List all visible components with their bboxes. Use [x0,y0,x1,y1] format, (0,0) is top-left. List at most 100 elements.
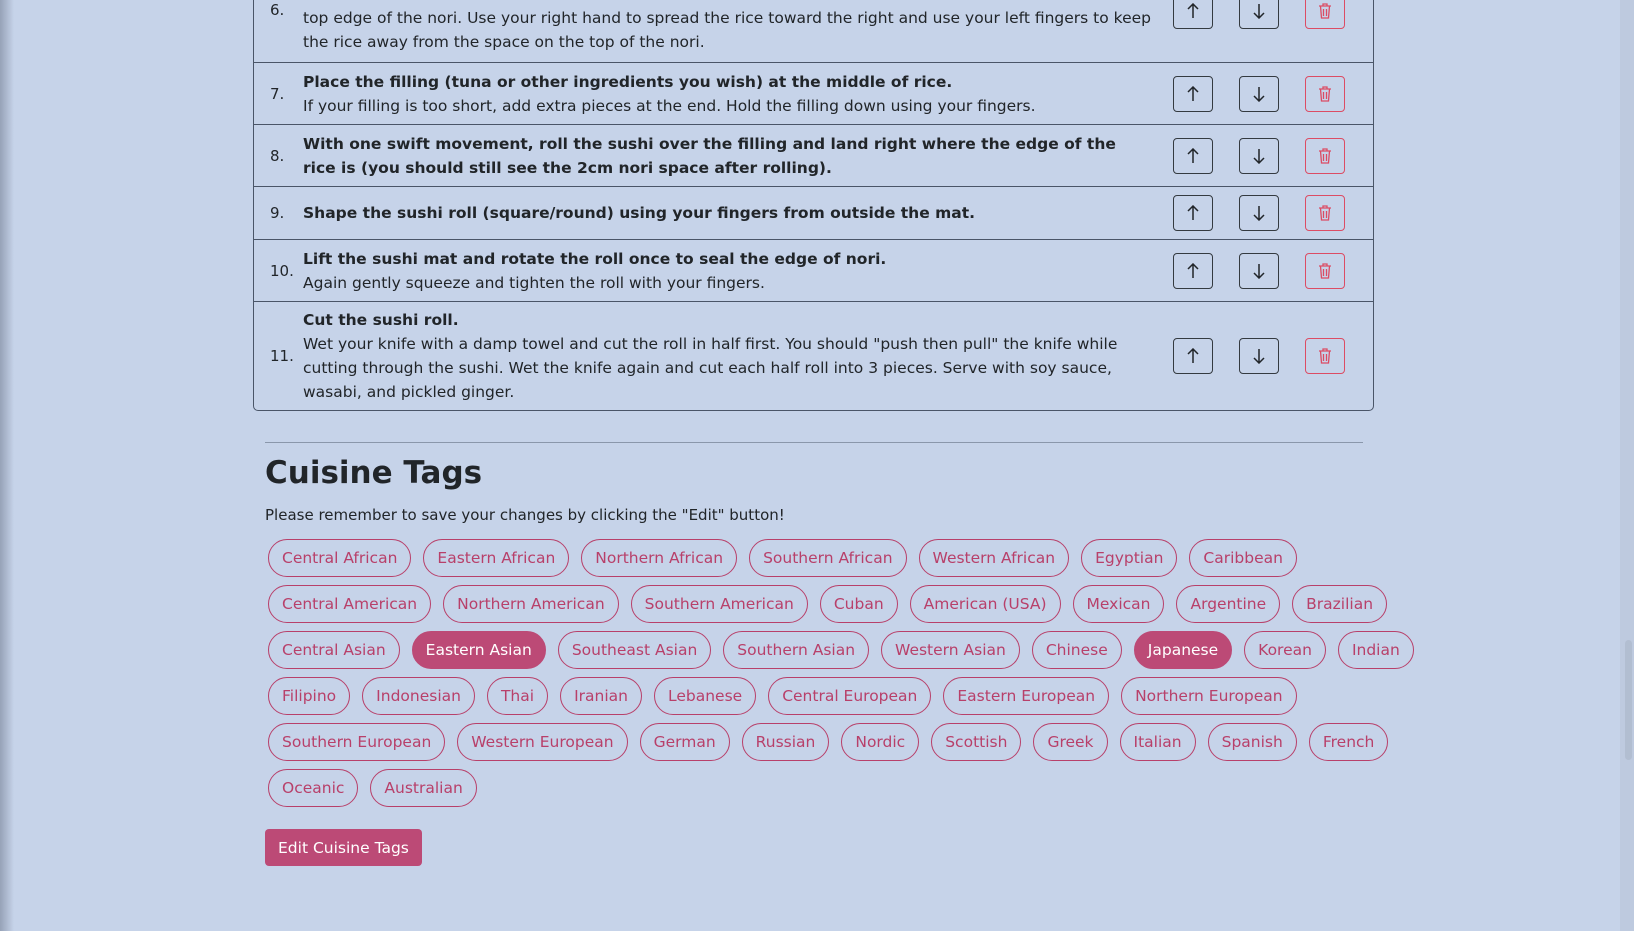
trash-icon [1318,3,1332,19]
arrow-down-icon [1252,348,1266,364]
cuisine-tag-german[interactable]: German [639,723,730,761]
trash-icon [1318,348,1332,364]
cuisine-tag-indian[interactable]: Indian [1337,631,1414,669]
tag-row: Central African Eastern African Northern A… [268,539,1358,577]
cuisine-tag-central-american[interactable]: Central American [268,585,432,623]
step-number: 10. [270,261,294,280]
trash-icon [1318,262,1332,279]
delete-step-button[interactable] [1305,252,1345,289]
cuisine-tag-western-european[interactable]: Western European [457,723,628,761]
cuisine-tag-central-european[interactable]: Central European [768,677,932,715]
cuisine-tag-korean[interactable]: Korean [1244,631,1326,669]
step-row: 6. top edge of the nori. Use your right h… [254,0,1373,63]
cuisine-tag-southern-european[interactable]: Southern European [268,723,446,761]
delete-step-button[interactable] [1305,195,1345,231]
arrow-down-icon [1252,148,1266,164]
move-up-button[interactable] [1173,252,1213,289]
step-description: If your filling is too short, add extra … [303,96,1036,115]
move-down-button[interactable] [1239,137,1279,174]
step-row: 7. Place the filling (tuna or other ingre… [254,63,1373,125]
tag-row: Central Asian Eastern Asian Southeast Asia… [268,631,1414,669]
cuisine-tag-nordic[interactable]: Nordic [841,723,920,761]
cuisine-tag-spanish[interactable]: Spanish [1207,723,1297,761]
delete-step-button[interactable] [1305,338,1345,374]
cuisine-tag-southeast-asian[interactable]: Southeast Asian [557,631,712,669]
cuisine-tag-northern-american[interactable]: Northern American [443,585,619,623]
step-description: Again gently squeeze and tighten the rol… [303,273,765,292]
step-actions [1173,137,1373,174]
cuisine-tag-indonesian[interactable]: Indonesian [362,677,475,715]
cuisine-tag-russian[interactable]: Russian [741,723,830,761]
delete-step-button[interactable] [1305,0,1345,29]
instruction-steps-list: 6. top edge of the nori. Use your right h… [253,0,1374,411]
window-edge-shadow [0,0,14,931]
cuisine-tag-brazilian[interactable]: Brazilian [1292,585,1388,623]
cuisine-tag-lebanese[interactable]: Lebanese [653,677,757,715]
cuisine-tag-american-usa[interactable]: American (USA) [909,585,1061,623]
arrow-up-icon [1186,262,1200,279]
cuisine-tag-western-african[interactable]: Western African [918,539,1070,577]
move-down-button[interactable] [1239,338,1279,374]
cuisine-tag-french[interactable]: French [1308,723,1389,761]
arrow-up-icon [1186,147,1200,164]
cuisine-tag-southern-asian[interactable]: Southern Asian [723,631,870,669]
cuisine-tag-caribbean[interactable]: Caribbean [1189,539,1297,577]
cuisine-tag-scottish[interactable]: Scottish [931,723,1022,761]
cuisine-tag-filipino[interactable]: Filipino [268,677,351,715]
cuisine-tag-northern-african[interactable]: Northern African [581,539,738,577]
step-number: 7. [270,84,285,103]
step-actions [1173,75,1373,112]
cuisine-tag-eastern-european[interactable]: Eastern European [943,677,1110,715]
scrollbar[interactable] [1620,0,1634,931]
delete-step-button[interactable] [1305,137,1345,174]
move-up-button[interactable] [1173,75,1213,112]
arrow-down-icon [1252,3,1266,19]
edit-cuisine-tags-button[interactable]: Edit Cuisine Tags [265,829,422,866]
cuisine-tag-iranian[interactable]: Iranian [560,677,642,715]
cuisine-tags-title: Cuisine Tags [265,455,483,491]
delete-step-button[interactable] [1305,75,1345,112]
arrow-down-icon [1252,263,1266,279]
cuisine-tag-chinese[interactable]: Chinese [1031,631,1122,669]
step-number: 6. [270,1,285,19]
move-down-button[interactable] [1239,195,1279,231]
step-row: 8. With one swift movement, roll the sush… [254,125,1373,187]
cuisine-tag-eastern-african[interactable]: Eastern African [423,539,570,577]
move-up-button[interactable] [1173,338,1213,374]
step-text: Shape the sushi roll (square/round) usin… [303,201,1173,225]
step-actions [1173,0,1373,29]
step-actions [1173,338,1373,374]
cuisine-tag-southern-african[interactable]: Southern African [749,539,907,577]
move-down-button[interactable] [1239,0,1279,29]
cuisine-tag-thai[interactable]: Thai [486,677,549,715]
cuisine-tag-mexican[interactable]: Mexican [1072,585,1165,623]
step-text: With one swift movement, roll the sushi … [303,132,1173,180]
cuisine-tag-australian[interactable]: Australian [370,769,477,807]
cuisine-tag-japanese[interactable]: Japanese [1133,631,1233,669]
step-actions [1173,195,1373,231]
cuisine-tag-western-asian[interactable]: Western Asian [881,631,1020,669]
cuisine-tag-southern-american[interactable]: Southern American [630,585,808,623]
cuisine-tag-italian[interactable]: Italian [1119,723,1196,761]
move-down-button[interactable] [1239,75,1279,112]
cuisine-tag-central-african[interactable]: Central African [268,539,412,577]
scrollbar-thumb[interactable] [1625,640,1632,760]
cuisine-tag-argentine[interactable]: Argentine [1176,585,1281,623]
cuisine-tag-greek[interactable]: Greek [1033,723,1108,761]
step-title: Lift the sushi mat and rotate the roll o… [303,249,887,268]
arrow-up-icon [1186,85,1200,102]
cuisine-tag-northern-european[interactable]: Northern European [1121,677,1297,715]
tag-row: Oceanic Australian [268,769,1358,807]
arrow-up-icon [1186,3,1200,19]
step-row: 11. Cut the sushi roll. Wet your knife wit… [254,302,1373,410]
cuisine-tag-oceanic[interactable]: Oceanic [268,769,359,807]
cuisine-tag-list: Central African Eastern African Northern A… [268,539,1414,815]
cuisine-tag-cuban[interactable]: Cuban [819,585,898,623]
cuisine-tag-central-asian[interactable]: Central Asian [268,631,400,669]
move-up-button[interactable] [1173,195,1213,231]
move-down-button[interactable] [1239,252,1279,289]
cuisine-tag-eastern-asian[interactable]: Eastern Asian [411,631,546,669]
cuisine-tag-egyptian[interactable]: Egyptian [1081,539,1178,577]
move-up-button[interactable] [1173,0,1213,29]
move-up-button[interactable] [1173,137,1213,174]
